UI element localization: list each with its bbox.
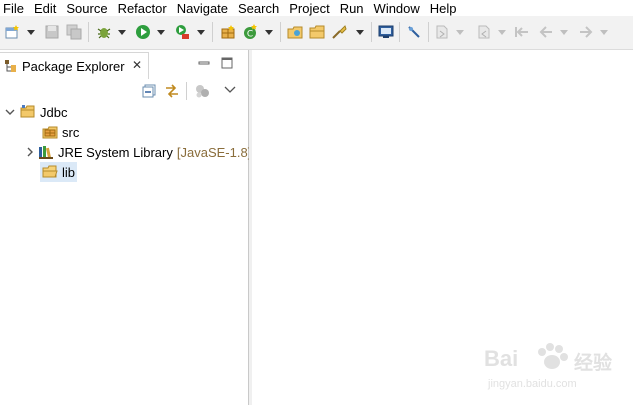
last-edit-icon — [515, 27, 528, 37]
collapse-all-icon[interactable] — [141, 83, 157, 99]
new-icon[interactable] — [4, 24, 20, 40]
new-java-class-dropdown-icon[interactable] — [265, 30, 273, 35]
chevron-down-icon[interactable] — [4, 106, 16, 118]
console-icon[interactable] — [378, 24, 394, 40]
toolbar-separator — [371, 22, 372, 42]
watermark-url: jingyan.baidu.com — [488, 378, 577, 390]
watermark-brand: Bai — [484, 346, 519, 371]
new-java-package-icon[interactable] — [220, 24, 236, 40]
menu-navigate[interactable]: Navigate — [173, 1, 234, 16]
tree-item-jre-system-library[interactable]: JRE System Library [JavaSE-1.8] — [24, 142, 251, 162]
run-icon[interactable] — [135, 24, 151, 40]
package-explorer-icon — [5, 60, 16, 72]
view-tab-row: Package Explorer ✕ — [0, 50, 248, 79]
java-project-icon — [20, 105, 35, 118]
watermark-brand-suffix: 经验 — [574, 352, 613, 374]
toolbar-separator — [280, 22, 281, 42]
tree-item-label: JRE System Library — [58, 144, 173, 160]
menu-run[interactable]: Run — [336, 1, 370, 16]
jre-version-decoration: [JavaSE-1.8] — [176, 144, 252, 160]
view-toolbar-separator — [186, 82, 187, 100]
search-dropdown-icon[interactable] — [356, 30, 364, 35]
minimize-icon[interactable] — [198, 57, 210, 69]
toolbar-separator — [212, 22, 213, 42]
menu-refactor[interactable]: Refactor — [114, 1, 173, 16]
prev-annotation-dropdown-icon — [498, 30, 506, 35]
new-dropdown-icon[interactable] — [27, 30, 35, 35]
folder-icon — [42, 165, 58, 178]
menu-bar: File Edit Source Refactor Navigate Searc… — [0, 0, 633, 16]
view-menu-icon[interactable] — [224, 85, 236, 95]
close-icon[interactable]: ✕ — [132, 58, 142, 72]
open-type-icon[interactable] — [287, 24, 303, 40]
menu-help[interactable]: Help — [426, 1, 463, 16]
menu-source[interactable]: Source — [62, 1, 113, 16]
toolbar-separator — [428, 22, 429, 42]
run-dropdown-icon[interactable] — [157, 30, 165, 35]
maximize-icon[interactable] — [221, 57, 233, 69]
debug-icon[interactable] — [96, 24, 112, 40]
forward-dropdown-icon — [600, 30, 608, 35]
back-dropdown-icon — [560, 30, 568, 35]
focus-on-active-task-icon — [196, 85, 209, 98]
tree-item-label: src — [62, 124, 80, 140]
menu-search[interactable]: Search — [234, 1, 285, 16]
toolbar-separator — [88, 22, 89, 42]
library-icon — [39, 146, 53, 159]
next-annotation-icon — [436, 25, 448, 39]
main-toolbar: C — [0, 16, 633, 50]
source-folder-icon — [42, 126, 58, 139]
external-tools-icon[interactable] — [174, 24, 190, 40]
watermark: Bai 经验 jingyan.baidu.com — [482, 338, 632, 398]
search-tool-icon[interactable] — [331, 24, 347, 40]
menu-file[interactable]: File — [0, 1, 30, 16]
tree-item-label: Jdbc — [40, 104, 68, 120]
debug-dropdown-icon[interactable] — [118, 30, 126, 35]
toolbar-separator — [399, 22, 400, 42]
view-title: Package Explorer — [22, 59, 125, 74]
prev-annotation-icon — [478, 25, 490, 39]
external-tools-dropdown-icon[interactable] — [197, 30, 205, 35]
menu-project[interactable]: Project — [285, 1, 335, 16]
menu-edit[interactable]: Edit — [30, 1, 62, 16]
package-explorer-view: Package Explorer ✕ Jdbc src JRE System L… — [0, 50, 251, 405]
link-with-editor-icon[interactable] — [164, 83, 180, 99]
open-folder-icon[interactable] — [309, 24, 325, 40]
tree-item-jdbc[interactable]: Jdbc — [4, 102, 67, 122]
new-java-class-icon[interactable]: C — [242, 24, 258, 40]
pin-icon[interactable] — [406, 24, 422, 40]
tree-item-label: lib — [62, 164, 76, 180]
forward-icon — [580, 26, 593, 38]
svg-text:C: C — [247, 30, 253, 40]
chevron-right-icon[interactable] — [24, 146, 36, 158]
save-all-icon — [66, 24, 82, 40]
back-icon — [539, 26, 552, 38]
tree-item-src[interactable]: src — [42, 122, 79, 142]
tab-package-explorer[interactable]: Package Explorer ✕ — [0, 52, 149, 79]
menu-window[interactable]: Window — [370, 1, 426, 16]
next-annotation-dropdown-icon — [456, 30, 464, 35]
save-icon — [45, 25, 59, 39]
tree-item-lib[interactable]: lib — [40, 162, 78, 182]
